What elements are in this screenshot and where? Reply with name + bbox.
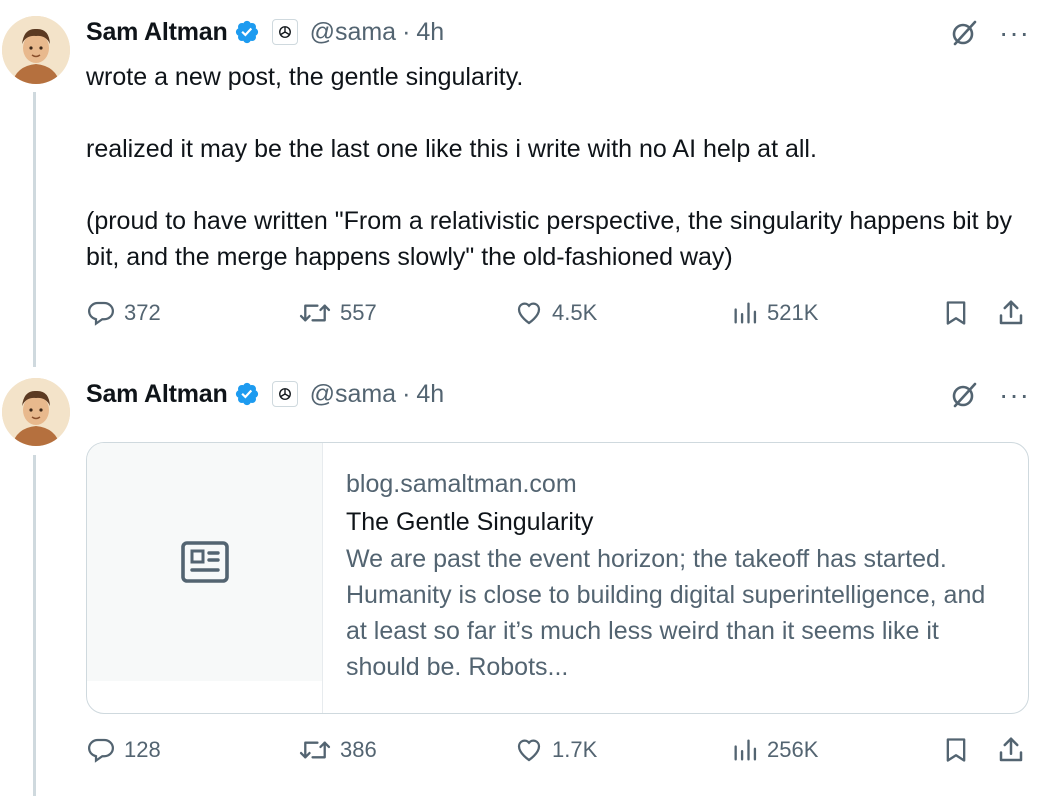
- tweet-top-actions: ···: [949, 18, 1030, 48]
- thread-connector: [33, 455, 36, 796]
- reply-count: 372: [124, 300, 161, 325]
- tweet-text: wrote a new post, the gentle singularity…: [86, 59, 1036, 275]
- grok-icon[interactable]: [949, 380, 979, 410]
- timestamp[interactable]: 4h: [416, 380, 444, 409]
- thread-connector: [33, 92, 36, 367]
- views-icon: [734, 739, 757, 761]
- reply-icon: [87, 301, 115, 326]
- views-button[interactable]: 521K: [731, 298, 818, 328]
- link-card-domain: blog.samaltman.com: [346, 470, 577, 498]
- like-button[interactable]: 4.5K: [514, 298, 597, 328]
- repost-count: 386: [340, 737, 377, 762]
- more-icon[interactable]: ···: [999, 19, 1030, 47]
- views-icon: [734, 302, 757, 324]
- more-icon[interactable]: ···: [999, 381, 1030, 409]
- tweet-header: Sam Altman @sama · 4h: [86, 15, 444, 49]
- like-button[interactable]: 1.7K: [514, 735, 597, 765]
- share-icon: [999, 737, 1023, 762]
- share-icon: [999, 300, 1023, 325]
- tweet-text-line: wrote a new post, the gentle singularity…: [86, 63, 524, 91]
- share-button[interactable]: [996, 735, 1026, 765]
- tweet-header: Sam Altman @sama · 4h: [86, 377, 444, 411]
- tweet-actions: 372 557 4.5K 521K: [86, 298, 1031, 338]
- link-card-thumbnail-footer: [87, 681, 323, 713]
- like-count: 1.7K: [552, 737, 598, 762]
- bookmark-button[interactable]: [942, 298, 970, 328]
- avatar[interactable]: [2, 16, 70, 84]
- author-handle[interactable]: @sama: [310, 18, 397, 47]
- grok-icon[interactable]: [949, 18, 979, 48]
- link-card-body: blog.samaltman.com The Gentle Singularit…: [346, 465, 1006, 685]
- tweet-actions: 128 386 1.7K 256K: [86, 735, 1031, 775]
- repost-button[interactable]: 386: [298, 735, 377, 765]
- reply-count: 128: [124, 737, 161, 762]
- reply-icon: [87, 738, 115, 763]
- link-card[interactable]: blog.samaltman.com The Gentle Singularit…: [86, 442, 1029, 714]
- link-card-description: We are past the event horizon; the takeo…: [346, 545, 986, 681]
- timestamp[interactable]: 4h: [416, 18, 444, 47]
- verified-badge-icon[interactable]: [234, 381, 260, 407]
- repost-icon: [299, 304, 331, 322]
- reply-button[interactable]: 372: [86, 298, 161, 328]
- openai-logo-icon[interactable]: [271, 19, 298, 45]
- bookmark-icon: [946, 738, 966, 762]
- like-count: 4.5K: [552, 300, 598, 325]
- tweet-text-line: (proud to have written "From a relativis…: [86, 207, 1012, 271]
- reply-button[interactable]: 128: [86, 735, 161, 765]
- tweet-top-actions: ···: [949, 380, 1030, 410]
- share-button[interactable]: [996, 298, 1026, 328]
- repost-count: 557: [340, 300, 377, 325]
- repost-icon: [299, 741, 331, 759]
- repost-button[interactable]: 557: [298, 298, 377, 328]
- bookmark-button[interactable]: [942, 735, 970, 765]
- author-handle[interactable]: @sama: [310, 380, 397, 409]
- verified-badge-icon[interactable]: [234, 19, 260, 45]
- views-count: 256K: [767, 737, 819, 762]
- link-card-thumbnail: [87, 443, 323, 681]
- like-icon: [517, 739, 541, 762]
- separator: ·: [402, 17, 411, 46]
- link-card-title: The Gentle Singularity: [346, 508, 594, 536]
- article-icon: [180, 541, 229, 583]
- tweet-text-line: realized it may be the last one like thi…: [86, 135, 817, 163]
- views-button[interactable]: 256K: [731, 735, 818, 765]
- like-icon: [517, 302, 541, 325]
- openai-logo-icon[interactable]: [271, 381, 298, 407]
- avatar[interactable]: [2, 378, 70, 446]
- separator: ·: [402, 379, 411, 408]
- author-name[interactable]: Sam Altman: [86, 380, 228, 409]
- author-name[interactable]: Sam Altman: [86, 18, 228, 47]
- views-count: 521K: [767, 300, 819, 325]
- bookmark-icon: [946, 301, 966, 325]
